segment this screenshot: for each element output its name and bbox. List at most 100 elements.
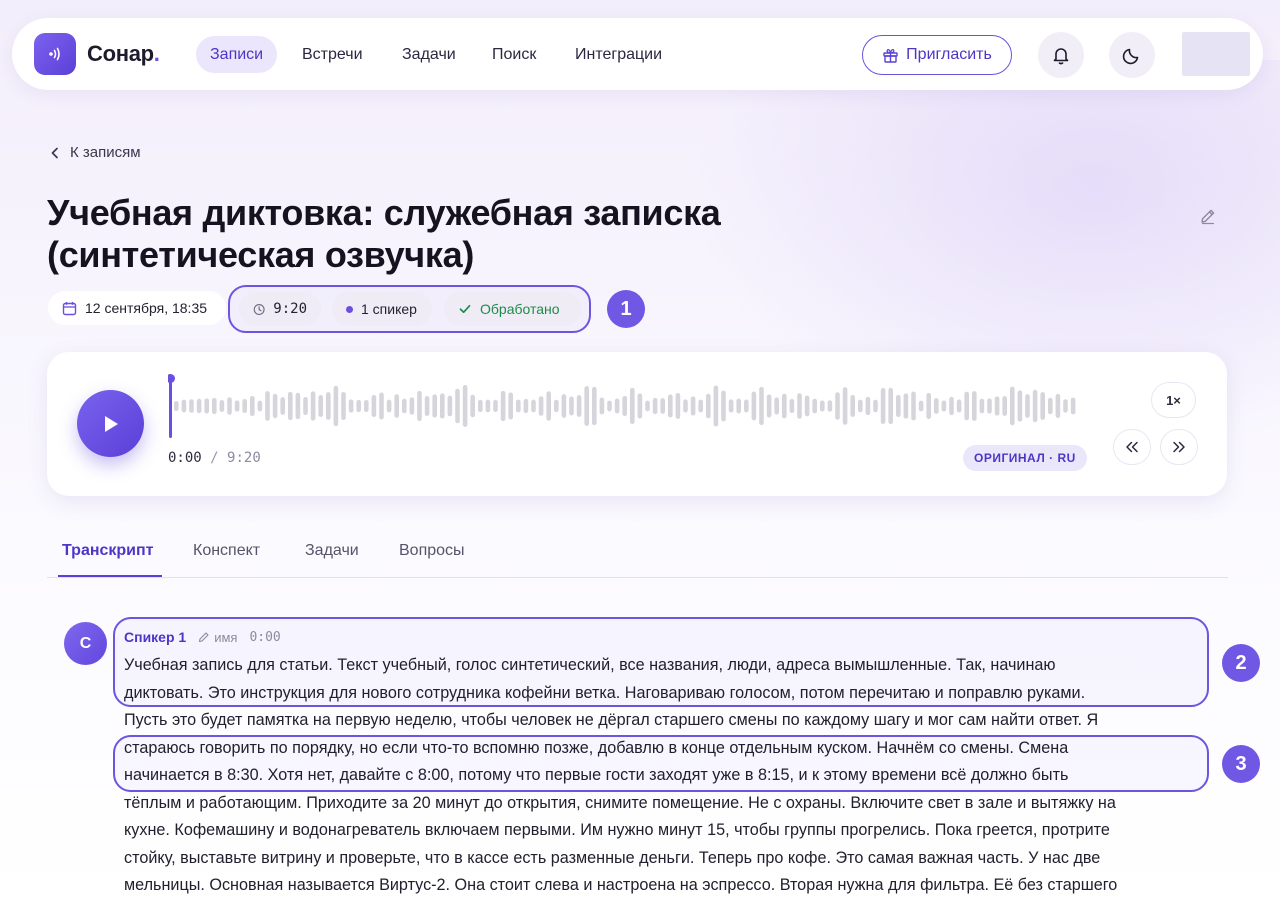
waveform-bar (440, 393, 445, 419)
waveform-bar (675, 393, 681, 419)
duration-pill: 9:20 (239, 292, 321, 326)
tab-transcript[interactable]: Транскрипт (62, 542, 154, 560)
waveform-bar (614, 398, 620, 414)
waveform-bar (918, 400, 924, 412)
waveform[interactable] (168, 374, 1088, 438)
brand-name[interactable]: Сонар. (87, 41, 160, 67)
rewind-icon (1126, 441, 1138, 453)
playhead-handle[interactable] (168, 374, 175, 383)
rename-speaker-button[interactable]: имя (198, 630, 237, 645)
waveform-bar (348, 399, 354, 413)
waveform-bar (455, 388, 460, 424)
waveform-bar (364, 399, 369, 413)
content-tabs: Транскрипт Конспект Задачи Вопросы (47, 528, 1228, 578)
recording-date: 12 сентября, 18:35 (85, 300, 208, 316)
transcript-line: мельницы. Основная называется Виртус-2. … (124, 876, 1118, 894)
waveform-bar (637, 393, 643, 419)
total-time: 9:20 (227, 450, 261, 466)
notifications-button[interactable] (1038, 32, 1084, 78)
waveform-bar (850, 395, 855, 417)
play-button[interactable] (77, 390, 144, 457)
waveform-bar (1010, 386, 1015, 426)
transcript-line: тёплым и работающим. Приходите за 20 мин… (124, 793, 1116, 812)
waveform-bar (584, 386, 589, 426)
waveform-bar (554, 399, 559, 413)
waveform-bar (196, 398, 202, 414)
waveform-bar (1048, 397, 1053, 415)
logo-badge[interactable] (34, 33, 76, 75)
waveform-bar (523, 398, 529, 414)
chevron-left-icon (51, 147, 58, 158)
invite-button[interactable]: Пригласить (862, 35, 1012, 75)
pencil-icon (1201, 209, 1215, 225)
time-display: 0:00 / 9:20 (168, 450, 261, 466)
speakers-count: 1 спикер (361, 301, 417, 317)
waveform-bar (1025, 394, 1030, 418)
speaker-dot-icon (346, 305, 353, 313)
waveform-bar (842, 387, 848, 425)
waveform-bar (303, 397, 308, 415)
waveform-bar (964, 391, 969, 421)
annotation-badge-2: 2 (1222, 644, 1260, 682)
edit-title-button[interactable] (1199, 207, 1217, 230)
user-avatar[interactable] (1182, 32, 1250, 76)
language-tag[interactable]: ОРИГИНАЛ · RU (963, 445, 1087, 471)
nav-item-search[interactable]: Поиск (478, 36, 550, 73)
waveform-bar (310, 391, 316, 421)
date-pill: 12 сентября, 18:35 (48, 291, 226, 325)
theme-toggle-button[interactable] (1109, 32, 1155, 78)
waveform-bar (295, 392, 301, 420)
waveform-bar (500, 390, 506, 422)
waveform-bar (804, 395, 810, 417)
nav-item-meetings[interactable]: Встречи (288, 36, 377, 73)
nav-item-tasks[interactable]: Задачи (388, 36, 470, 73)
waveform-bar (728, 399, 734, 413)
waveform-bar (645, 400, 650, 412)
waveform-bar (394, 394, 399, 418)
transcript-line: начинается в 8:30. Хотя нет, давайте с 8… (124, 766, 1069, 784)
time-separator: / (210, 450, 219, 466)
waveform-bar (508, 392, 513, 420)
back-to-recordings-link[interactable]: К записям (50, 144, 141, 161)
recording-duration: 9:20 (273, 301, 307, 317)
waveform-bar (493, 399, 498, 413)
waveform-bar (204, 398, 209, 414)
waveform-bar (265, 391, 270, 421)
waveform-bar (994, 396, 1000, 416)
playhead-line[interactable] (169, 378, 172, 438)
waveform-bar (1055, 393, 1061, 419)
waveform-bar (934, 398, 939, 414)
waveform-bar (630, 387, 635, 425)
tab-summary[interactable]: Конспект (193, 542, 260, 560)
waveform-bar (447, 395, 453, 417)
speaker-name[interactable]: Спикер 1 (124, 629, 186, 645)
waveform-bar (189, 399, 194, 413)
waveform-bar (607, 400, 612, 412)
waveform-bar (736, 398, 741, 414)
rewind-button[interactable] (1113, 429, 1151, 465)
tab-tasks[interactable]: Задачи (305, 542, 359, 560)
waveform-bar (280, 397, 285, 415)
waveform-bar (812, 398, 817, 414)
nav-item-integrations[interactable]: Интеграции (561, 36, 676, 73)
waveform-bar (972, 391, 977, 421)
waveform-bar (903, 393, 909, 419)
nav-item-recordings[interactable]: Записи (196, 36, 278, 73)
waveform-bar (333, 385, 339, 427)
rename-label: имя (214, 629, 238, 645)
page-title: Учебная диктовка: служебная записка (син… (47, 192, 721, 275)
moon-icon (1122, 48, 1139, 65)
waveform-bar (386, 399, 392, 413)
waveform-bar (531, 399, 536, 413)
waveform-bar (858, 399, 863, 413)
waveform-bar (341, 391, 346, 421)
fast-forward-button[interactable] (1160, 429, 1198, 465)
waveform-bar (782, 393, 787, 419)
status-label: Обработано (480, 301, 560, 317)
segment-timestamp[interactable]: 0:00 (249, 630, 280, 645)
playback-speed-button[interactable]: 1× (1151, 382, 1196, 418)
waveform-bar (713, 385, 719, 427)
waveform-bar (470, 394, 475, 418)
transcript-text: Учебная запись для статьи. Текст учебный… (124, 652, 1204, 900)
tab-questions[interactable]: Вопросы (399, 542, 465, 560)
